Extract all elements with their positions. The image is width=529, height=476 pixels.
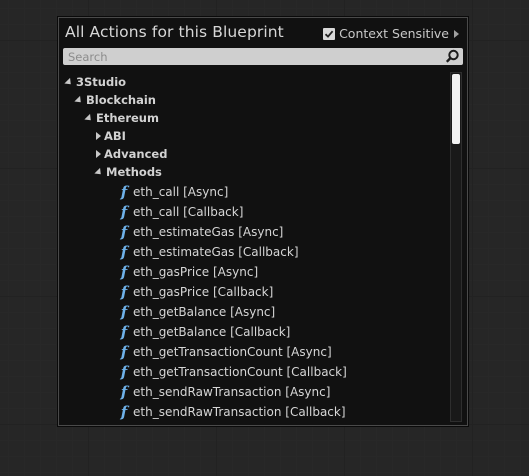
- panel-title: All Actions for this Blueprint: [65, 23, 284, 41]
- tree-category-3studio[interactable]: 3Studio: [64, 73, 127, 91]
- context-sensitive-toggle[interactable]: Context Sensitive: [323, 26, 459, 41]
- tree-category-abi[interactable]: ABI: [96, 127, 126, 145]
- category-label: Methods: [106, 165, 162, 179]
- title-bar: All Actions for this Blueprint Context S…: [59, 18, 467, 48]
- function-item[interactable]: f eth_getTransactionCount [Callback]: [119, 362, 347, 382]
- tree-category-methods[interactable]: Methods: [94, 163, 162, 181]
- function-label: eth_getBalance [Async]: [133, 305, 276, 319]
- scrollbar-thumb[interactable]: [452, 74, 460, 144]
- category-label: ABI: [104, 129, 126, 143]
- context-sensitive-checkbox[interactable]: [323, 27, 336, 40]
- context-sensitive-label: Context Sensitive: [339, 26, 449, 41]
- collapse-triangle-icon[interactable]: [94, 167, 104, 178]
- function-label: eth_estimateGas [Async]: [133, 225, 284, 239]
- function-icon: f: [120, 243, 128, 261]
- scrollbar-track[interactable]: [450, 72, 462, 422]
- function-icon: f: [120, 183, 128, 201]
- function-label: eth_getBalance [Callback]: [133, 325, 291, 339]
- function-icon: f: [120, 323, 128, 341]
- category-label: Blockchain: [86, 93, 156, 107]
- category-label: Ethereum: [96, 111, 159, 125]
- tree-category-blockchain[interactable]: Blockchain: [74, 91, 156, 109]
- collapse-triangle-icon[interactable]: [84, 113, 94, 124]
- function-item[interactable]: f eth_gasPrice [Callback]: [119, 282, 274, 302]
- function-label: eth_getTransactionCount [Callback]: [133, 365, 347, 379]
- function-icon: f: [120, 363, 128, 381]
- function-icon: f: [120, 283, 128, 301]
- function-label: eth_gasPrice [Callback]: [133, 285, 274, 299]
- action-tree: 3Studio Blockchain Ethereum ABI Advanced…: [59, 73, 449, 423]
- function-icon: f: [120, 223, 128, 241]
- function-label: eth_call [Callback]: [133, 205, 244, 219]
- search-icon[interactable]: [445, 49, 460, 64]
- function-icon: f: [120, 403, 128, 421]
- collapse-triangle-icon[interactable]: [74, 95, 84, 106]
- function-item[interactable]: f eth_call [Async]: [119, 182, 229, 202]
- function-item[interactable]: f eth_getTransactionCount [Async]: [119, 342, 332, 362]
- category-label: 3Studio: [76, 75, 127, 89]
- checkmark-icon: [324, 30, 334, 38]
- expand-arrow-icon[interactable]: [454, 29, 459, 38]
- function-label: eth_estimateGas [Callback]: [133, 245, 299, 259]
- function-item[interactable]: f eth_call [Callback]: [119, 202, 244, 222]
- function-icon: f: [120, 203, 128, 221]
- function-item[interactable]: f eth_sendRawTransaction [Callback]: [119, 402, 346, 422]
- function-icon: f: [120, 263, 128, 281]
- function-item[interactable]: f eth_estimateGas [Async]: [119, 222, 284, 242]
- function-item[interactable]: f eth_estimateGas [Callback]: [119, 242, 299, 262]
- collapse-triangle-icon[interactable]: [64, 77, 74, 88]
- function-item[interactable]: f eth_getBalance [Callback]: [119, 322, 291, 342]
- tree-category-ethereum[interactable]: Ethereum: [84, 109, 159, 127]
- actions-menu-panel: All Actions for this Blueprint Context S…: [58, 17, 468, 426]
- expand-triangle-icon[interactable]: [96, 150, 101, 158]
- function-icon: f: [120, 383, 128, 401]
- function-item[interactable]: f eth_gasPrice [Async]: [119, 262, 258, 282]
- category-label: Advanced: [104, 147, 168, 161]
- function-label: eth_gasPrice [Async]: [133, 265, 259, 279]
- function-label: eth_sendRawTransaction [Async]: [133, 385, 331, 399]
- search-box[interactable]: [63, 48, 463, 65]
- function-icon: f: [120, 303, 128, 321]
- function-item[interactable]: f eth_sendRawTransaction [Async]: [119, 382, 331, 402]
- function-icon: f: [120, 343, 128, 361]
- expand-triangle-icon[interactable]: [96, 132, 101, 140]
- function-label: eth_getTransactionCount [Async]: [133, 345, 332, 359]
- search-input[interactable]: [63, 48, 433, 65]
- function-label: eth_call [Async]: [133, 185, 229, 199]
- function-label: eth_sendRawTransaction [Callback]: [133, 405, 346, 419]
- tree-category-advanced[interactable]: Advanced: [96, 145, 167, 163]
- function-item[interactable]: f eth_getBalance [Async]: [119, 302, 275, 322]
